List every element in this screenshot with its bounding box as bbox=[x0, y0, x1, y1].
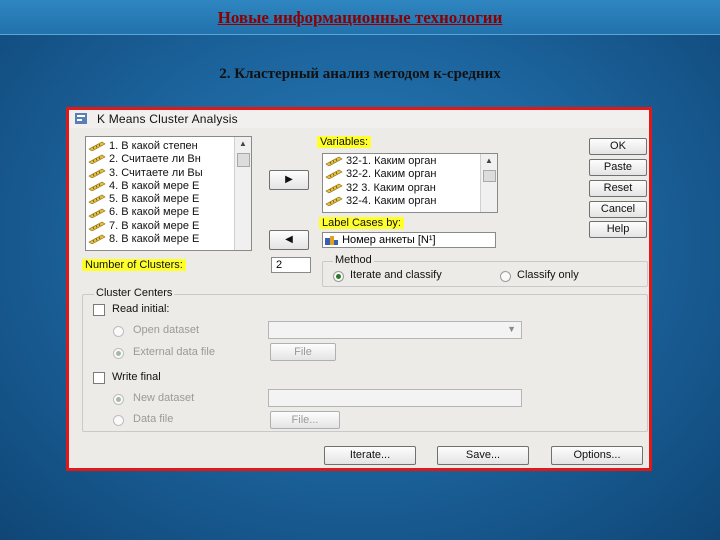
source-list-scrollbar[interactable]: ▲ bbox=[234, 137, 251, 250]
dialog-titlebar: K Means Cluster Analysis bbox=[69, 110, 649, 128]
slide-subtitle: 2. Кластерный анализ методом к-средних bbox=[219, 66, 501, 82]
scale-variable-icon bbox=[325, 196, 343, 206]
list-item-label: 7. В какой мере Е bbox=[109, 219, 200, 232]
open-dataset-label: Open dataset bbox=[133, 324, 200, 336]
source-list-item[interactable]: 5. В какой мере Е bbox=[86, 193, 251, 206]
list-item-label: 6. В какой мере Е bbox=[109, 206, 200, 219]
data-file-radio[interactable] bbox=[113, 415, 124, 426]
variables-list-scrollbar[interactable]: ▲ bbox=[480, 154, 497, 212]
scale-variable-icon bbox=[88, 208, 106, 218]
source-list-item[interactable]: 1. В какой степен bbox=[86, 140, 251, 153]
source-list-item[interactable]: 4. В какой мере Е bbox=[86, 180, 251, 193]
list-item-label: 8. В какой мере Е bbox=[109, 233, 200, 246]
source-variable-list[interactable]: 1. В какой степен 2. Считаете ли Вн 3. Счи… bbox=[85, 136, 252, 251]
variables-list-item[interactable]: 32 3. Каким орган bbox=[323, 182, 497, 195]
variables-list-item[interactable]: 32-2. Каким орган bbox=[323, 168, 497, 181]
external-data-file-radio[interactable] bbox=[113, 348, 124, 359]
open-dataset-dropdown[interactable]: ▼ bbox=[268, 321, 522, 339]
list-item-label: 2. Считаете ли Вн bbox=[109, 153, 201, 166]
scroll-up-icon[interactable]: ▲ bbox=[235, 137, 251, 151]
iterate-classify-radio[interactable] bbox=[333, 271, 344, 282]
list-item-label: 32-2. Каким орган bbox=[346, 168, 437, 181]
list-item-label: 3. Считаете ли Вы bbox=[109, 166, 203, 179]
variables-label: Variables: bbox=[317, 136, 372, 148]
variables-list-item[interactable]: 32-4. Каким орган bbox=[323, 195, 497, 208]
scroll-up-icon[interactable]: ▲ bbox=[481, 154, 497, 168]
move-to-label-button[interactable]: ◀ bbox=[269, 230, 309, 250]
classify-only-radio[interactable] bbox=[500, 271, 511, 282]
scale-variable-icon bbox=[325, 183, 343, 193]
number-of-clusters-label: Number of Clusters: bbox=[82, 259, 186, 271]
source-list-item[interactable]: 2. Считаете ли Вн bbox=[86, 153, 251, 166]
data-file-label: Data file bbox=[133, 413, 174, 425]
list-item-label: 32 3. Каким орган bbox=[346, 181, 436, 194]
scale-variable-icon bbox=[88, 181, 106, 191]
label-cases-label: Label Cases by: bbox=[319, 217, 404, 229]
kmeans-dialog: K Means Cluster Analysis 1. В какой степ… bbox=[66, 107, 652, 471]
variables-list[interactable]: 32-1. Каким орган 32-2. Каким орган 32 3. … bbox=[322, 153, 498, 213]
move-to-variables-button[interactable]: ▶ bbox=[269, 170, 309, 190]
method-label: Method bbox=[333, 254, 374, 266]
scale-variable-icon bbox=[88, 234, 106, 245]
classify-only-label: Classify only bbox=[517, 269, 579, 281]
source-list-item[interactable]: 6. В какой мере Е bbox=[86, 206, 251, 219]
save-button[interactable]: Save... bbox=[437, 446, 529, 465]
scale-variable-icon bbox=[88, 194, 106, 205]
options-button[interactable]: Options... bbox=[551, 446, 643, 465]
write-final-checkbox[interactable] bbox=[93, 372, 105, 384]
new-dataset-input[interactable] bbox=[268, 389, 522, 407]
read-initial-label: Read initial: bbox=[112, 303, 170, 315]
scale-variable-icon bbox=[325, 170, 343, 180]
scroll-thumb[interactable] bbox=[237, 153, 250, 167]
slide-title: Новые информационные технологии bbox=[217, 8, 503, 27]
paste-button[interactable]: Paste bbox=[589, 159, 647, 176]
reset-button[interactable]: Reset bbox=[589, 180, 647, 197]
help-button[interactable]: Help bbox=[589, 221, 647, 238]
scale-variable-icon bbox=[88, 141, 106, 152]
cluster-centers-label: Cluster Centers bbox=[94, 287, 175, 299]
variables-list-item[interactable]: 32-1. Каким орган bbox=[323, 155, 497, 168]
scale-variable-icon bbox=[325, 156, 343, 167]
chevron-down-icon: ▼ bbox=[507, 324, 516, 334]
scale-variable-icon bbox=[88, 155, 106, 165]
open-dataset-radio[interactable] bbox=[113, 326, 124, 337]
scale-variable-icon bbox=[88, 221, 106, 231]
new-dataset-radio[interactable] bbox=[113, 394, 124, 405]
number-of-clusters-input[interactable]: 2 bbox=[271, 257, 311, 273]
file-button-write[interactable]: File... bbox=[270, 411, 340, 429]
iterate-classify-label: Iterate and classify bbox=[350, 269, 442, 281]
cancel-button[interactable]: Cancel bbox=[589, 201, 647, 218]
scroll-thumb[interactable] bbox=[483, 170, 496, 182]
nominal-variable-icon bbox=[325, 235, 338, 245]
write-final-label: Write final bbox=[112, 371, 161, 383]
dialog-title: K Means Cluster Analysis bbox=[97, 112, 238, 126]
app-icon bbox=[75, 113, 87, 124]
list-item-label: 4. В какой мере Е bbox=[109, 179, 200, 192]
new-dataset-label: New dataset bbox=[133, 392, 195, 404]
source-list-item[interactable]: 8. В какой мере Е bbox=[86, 233, 251, 246]
label-cases-field[interactable]: Номер анкеты [N¹] bbox=[322, 232, 496, 248]
iterate-button[interactable]: Iterate... bbox=[324, 446, 416, 465]
list-item-label: 1. В какой степен bbox=[109, 140, 198, 152]
list-item-label: 32-1. Каким орган bbox=[346, 155, 437, 167]
ok-button[interactable]: OK bbox=[589, 138, 647, 155]
external-data-file-label: External data file bbox=[133, 346, 215, 358]
source-list-item[interactable]: 3. Считаете ли Вы bbox=[86, 167, 251, 180]
source-list-item[interactable]: 7. В какой мере Е bbox=[86, 220, 251, 233]
scale-variable-icon bbox=[88, 168, 106, 178]
list-item-label: 32-4. Каким орган bbox=[346, 194, 437, 207]
file-button-read[interactable]: File bbox=[270, 343, 336, 361]
read-initial-checkbox[interactable] bbox=[93, 304, 105, 316]
list-item-label: 5. В какой мере Е bbox=[109, 193, 200, 206]
